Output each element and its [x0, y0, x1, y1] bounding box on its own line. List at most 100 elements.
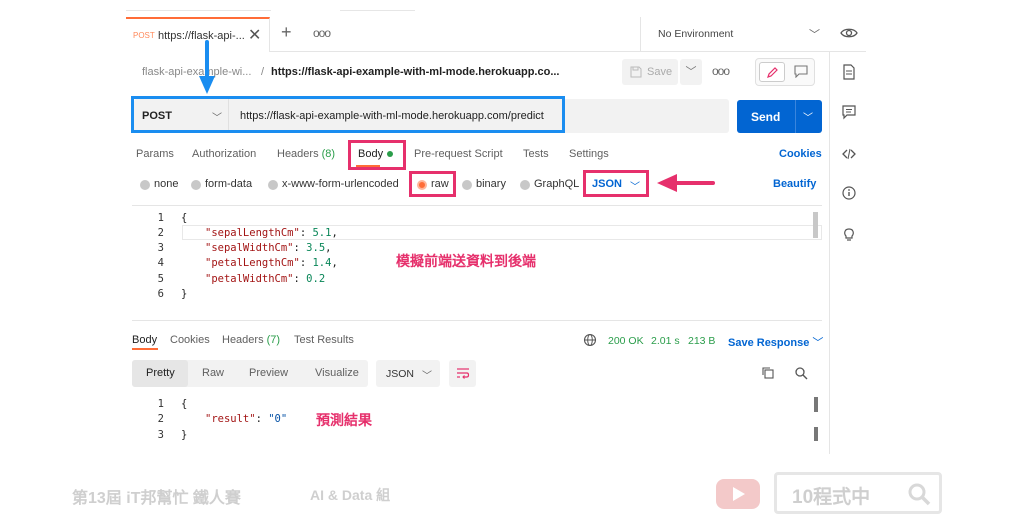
close-icon[interactable]: ✕ — [248, 25, 261, 45]
save-button[interactable]: Save — [622, 59, 678, 85]
status-code[interactable]: 200 OK — [608, 335, 644, 347]
radio-binary[interactable] — [462, 180, 472, 190]
highlight-box-raw — [409, 171, 456, 197]
tab-method: POST — [133, 31, 155, 40]
wrap-lines-button[interactable] — [449, 360, 476, 387]
more-icon[interactable]: ooo — [712, 64, 730, 78]
json-key: "result" — [205, 413, 256, 425]
tab-settings[interactable]: Settings — [569, 148, 609, 160]
json-value: 1.4 — [312, 257, 332, 269]
footer-event-title: 第13屆 iT邦幫忙 鐵人賽 — [72, 490, 241, 507]
response-time[interactable]: 2.01 s — [651, 335, 680, 347]
response-scrollbar[interactable] — [814, 397, 818, 412]
response-tab-headers[interactable]: Headers (7) — [222, 334, 280, 346]
radio-urlencoded-label: x-www-form-urlencoded — [282, 178, 399, 190]
json-value: 5.1 — [312, 227, 332, 239]
comments-button[interactable] — [789, 62, 813, 82]
chevron-down-icon: ﹀ — [809, 29, 820, 41]
code-line: "petalWidthCm": 0.2 — [205, 273, 326, 285]
response-tab-test-results[interactable]: Test Results — [294, 334, 354, 346]
more-icon[interactable]: ooo — [313, 26, 331, 40]
response-size[interactable]: 213 B — [688, 335, 715, 347]
line-number: 4 — [157, 257, 164, 269]
environment-label: No Environment — [658, 28, 734, 40]
highlight-box-json — [583, 170, 649, 197]
response-tab-body[interactable]: Body — [132, 334, 157, 346]
save-icon — [630, 66, 642, 78]
code-line: "petalLengthCm": 1.4, — [205, 257, 338, 269]
response-tab-cookies[interactable]: Cookies — [170, 334, 210, 346]
eye-icon[interactable] — [840, 26, 858, 40]
radio-graphql[interactable] — [520, 180, 530, 190]
breadcrumb-request[interactable]: https://flask-api-example-with-ml-mode.h… — [271, 66, 559, 78]
comment-icon[interactable] — [842, 104, 856, 120]
save-response-button[interactable]: Save Response ﹀ — [728, 334, 823, 350]
annotation-response: 預測結果 — [316, 412, 372, 428]
send-divider — [795, 100, 796, 133]
headers-count: (8) — [321, 148, 336, 160]
json-value: "0" — [268, 413, 288, 425]
plus-icon[interactable]: + — [281, 22, 292, 43]
chevron-down-icon: ﹀ — [422, 371, 432, 382]
edit-button[interactable] — [759, 62, 785, 82]
pencil-icon — [767, 67, 778, 78]
radio-form-data[interactable] — [191, 180, 201, 190]
send-label: Send — [751, 110, 781, 124]
save-label: Save — [647, 66, 673, 78]
json-key: "sepalLengthCm" — [205, 227, 300, 239]
footer-search-box: 10程式中 — [774, 472, 942, 514]
editor-scrollbar[interactable] — [813, 212, 818, 238]
document-icon[interactable] — [842, 64, 856, 80]
environment-select[interactable]: No Environment ﹀ — [640, 17, 828, 52]
json-key: "petalLengthCm" — [205, 257, 300, 269]
code-brace-open: { — [181, 212, 188, 224]
view-pretty-label: Pretty — [146, 367, 175, 379]
json-value: 3.5 — [306, 242, 326, 254]
tab-bar: POST https://flask-api-... ✕ + ooo No En… — [126, 17, 866, 52]
footer-search-text: 10程式中 — [792, 487, 871, 508]
breadcrumb-separator: / — [261, 66, 265, 78]
code-brace-close: } — [181, 429, 188, 441]
view-raw-button[interactable]: Raw — [202, 367, 224, 379]
radio-graphql-label: GraphQL — [534, 178, 580, 190]
tab-prerequest[interactable]: Pre-request Script — [414, 148, 503, 160]
beautify-link[interactable]: Beautify — [773, 178, 816, 190]
radio-form-data-label: form-data — [205, 178, 253, 190]
send-button[interactable]: Send ﹀ — [737, 100, 822, 133]
line-number: 6 — [157, 288, 164, 300]
search-icon[interactable] — [794, 366, 808, 380]
code-icon[interactable] — [842, 146, 856, 162]
view-visualize-button[interactable]: Visualize — [315, 367, 359, 379]
radio-none[interactable] — [140, 180, 150, 190]
youtube-icon — [716, 479, 760, 509]
footer-category: AI & Data 組 — [310, 487, 391, 503]
line-number: 3 — [157, 429, 164, 441]
tab-params[interactable]: Params — [136, 148, 174, 160]
info-icon[interactable] — [842, 185, 856, 201]
response-headers-count: (7) — [266, 334, 281, 346]
highlight-box-url — [131, 96, 565, 133]
code-line: "sepalLengthCm": 5.1, — [205, 227, 338, 239]
tab-authorization[interactable]: Authorization — [192, 148, 256, 160]
radio-urlencoded[interactable] — [268, 180, 278, 190]
cookies-link[interactable]: Cookies — [779, 148, 822, 160]
line-number: 1 — [157, 212, 164, 224]
highlight-box-body — [348, 140, 406, 170]
json-key: "sepalWidthCm" — [205, 242, 294, 254]
lightbulb-icon[interactable] — [842, 226, 856, 242]
tab-tests[interactable]: Tests — [523, 148, 549, 160]
response-headers-label: Headers — [222, 334, 264, 346]
json-key: "petalWidthCm" — [205, 273, 294, 285]
left-arrow-annotation — [657, 174, 715, 192]
tab-headers[interactable]: Headers (8) — [277, 148, 335, 160]
view-preview-button[interactable]: Preview — [249, 367, 288, 379]
view-pretty-button[interactable]: Pretty — [132, 360, 188, 387]
response-language-select[interactable]: JSON ﹀ — [376, 360, 440, 387]
code-line: "result": "0" — [205, 413, 288, 425]
response-scrollbar[interactable] — [814, 427, 818, 441]
save-options-button[interactable]: ﹀ — [680, 59, 702, 85]
comment-icon — [794, 65, 808, 78]
chevron-down-icon[interactable]: ﹀ — [803, 109, 813, 124]
globe-icon[interactable] — [583, 333, 597, 347]
copy-icon[interactable] — [761, 366, 775, 380]
